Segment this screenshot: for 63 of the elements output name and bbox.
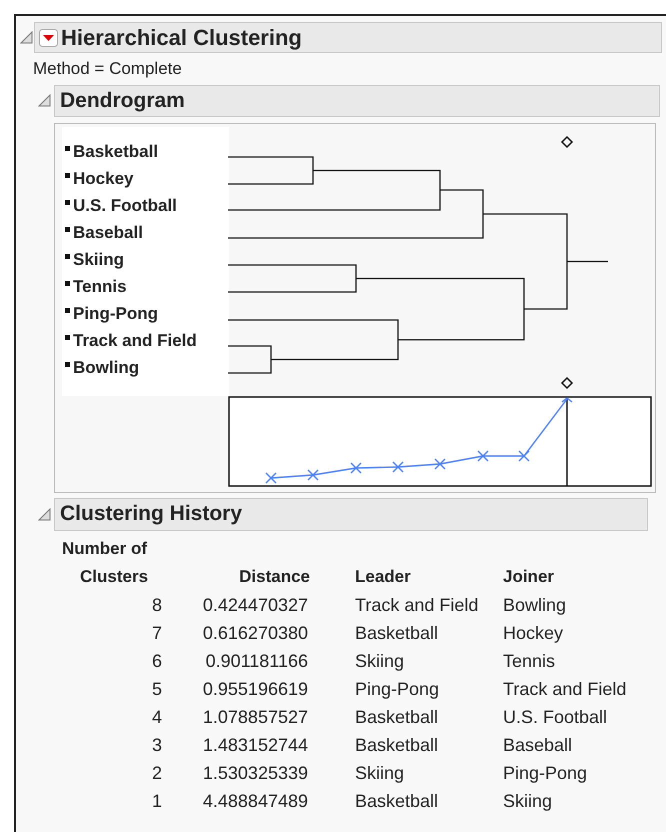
table-cell: Basketball bbox=[355, 706, 438, 726]
marker-icon bbox=[65, 200, 70, 204]
disclosure-triangle-icon[interactable] bbox=[38, 508, 51, 520]
leaf-label: Hockey bbox=[73, 168, 134, 188]
table-cell: Bowling bbox=[503, 594, 566, 614]
leaf-label: Skiing bbox=[73, 250, 124, 270]
table-cell: Ping-Pong bbox=[355, 678, 440, 698]
table-cell: Ping-Pong bbox=[503, 762, 588, 782]
column-header: Distance bbox=[239, 566, 310, 588]
table-cell: Basketball bbox=[355, 734, 438, 754]
leaf-label: U.S. Football bbox=[73, 196, 177, 216]
section-title: Clustering History bbox=[60, 501, 242, 528]
table-cell: 1 bbox=[152, 790, 162, 810]
table-cell: U.S. Football bbox=[503, 706, 608, 726]
table-cell: 1.078857527 bbox=[202, 706, 308, 726]
table-cell: 0.616270380 bbox=[202, 622, 308, 642]
marker-icon bbox=[65, 280, 70, 286]
column-header: Number of bbox=[62, 538, 147, 560]
table-cell: Skiing bbox=[503, 790, 552, 810]
leaf-label: Tennis bbox=[73, 276, 127, 296]
disclosure-triangle-icon[interactable] bbox=[38, 94, 51, 107]
column-header: Joiner bbox=[503, 566, 554, 588]
table-cell: 6 bbox=[152, 650, 162, 670]
table-cell: 5 bbox=[152, 678, 162, 698]
method-label: Method = Complete bbox=[33, 58, 183, 80]
table-cell: 0.955196619 bbox=[202, 678, 308, 698]
marker-icon bbox=[65, 254, 70, 258]
disclosure-triangle-icon[interactable] bbox=[20, 31, 33, 44]
leaf-label: Track and Field bbox=[73, 330, 197, 350]
table-cell: Track and Field bbox=[355, 594, 478, 614]
table-cell: Basketball bbox=[355, 622, 438, 642]
marker-icon bbox=[65, 308, 70, 312]
table-cell: 0.424470327 bbox=[202, 594, 308, 614]
report-title: Hierarchical Clustering bbox=[61, 24, 302, 52]
table-cell: 7 bbox=[152, 622, 162, 642]
table-cell: Basketball bbox=[355, 790, 438, 810]
table-cell: Hockey bbox=[503, 622, 564, 642]
table-cell: 8 bbox=[152, 594, 162, 614]
table-cell: Tennis bbox=[503, 650, 556, 670]
section-title: Dendrogram bbox=[60, 88, 185, 114]
table-cell: 4.488847489 bbox=[202, 790, 308, 810]
table-cell: 1.483152744 bbox=[202, 734, 308, 754]
column-header: Clusters bbox=[80, 566, 148, 588]
marker-icon bbox=[65, 172, 70, 178]
table-cell: 3 bbox=[152, 734, 162, 754]
table-cell: Track and Field bbox=[503, 678, 626, 698]
marker-icon bbox=[65, 226, 70, 232]
table-cell: 1.530325339 bbox=[202, 762, 308, 782]
leaf-label: Baseball bbox=[73, 222, 143, 242]
dropdown-menu-icon[interactable] bbox=[39, 28, 58, 46]
table-cell: 4 bbox=[152, 706, 162, 726]
marker-icon bbox=[65, 362, 70, 366]
table-cell: Skiing bbox=[355, 762, 404, 782]
table-cell: 0.901181166 bbox=[206, 650, 308, 670]
leaf-label: Bowling bbox=[73, 358, 140, 378]
table-cell: 2 bbox=[152, 762, 162, 782]
leaf-label: Ping-Pong bbox=[73, 304, 158, 324]
marker-icon bbox=[65, 146, 70, 150]
table-cell: Skiing bbox=[355, 650, 404, 670]
leaf-label: Basketball bbox=[73, 142, 158, 162]
table-cell: Baseball bbox=[503, 734, 572, 754]
column-header: Leader bbox=[355, 566, 411, 588]
marker-icon bbox=[65, 334, 70, 340]
